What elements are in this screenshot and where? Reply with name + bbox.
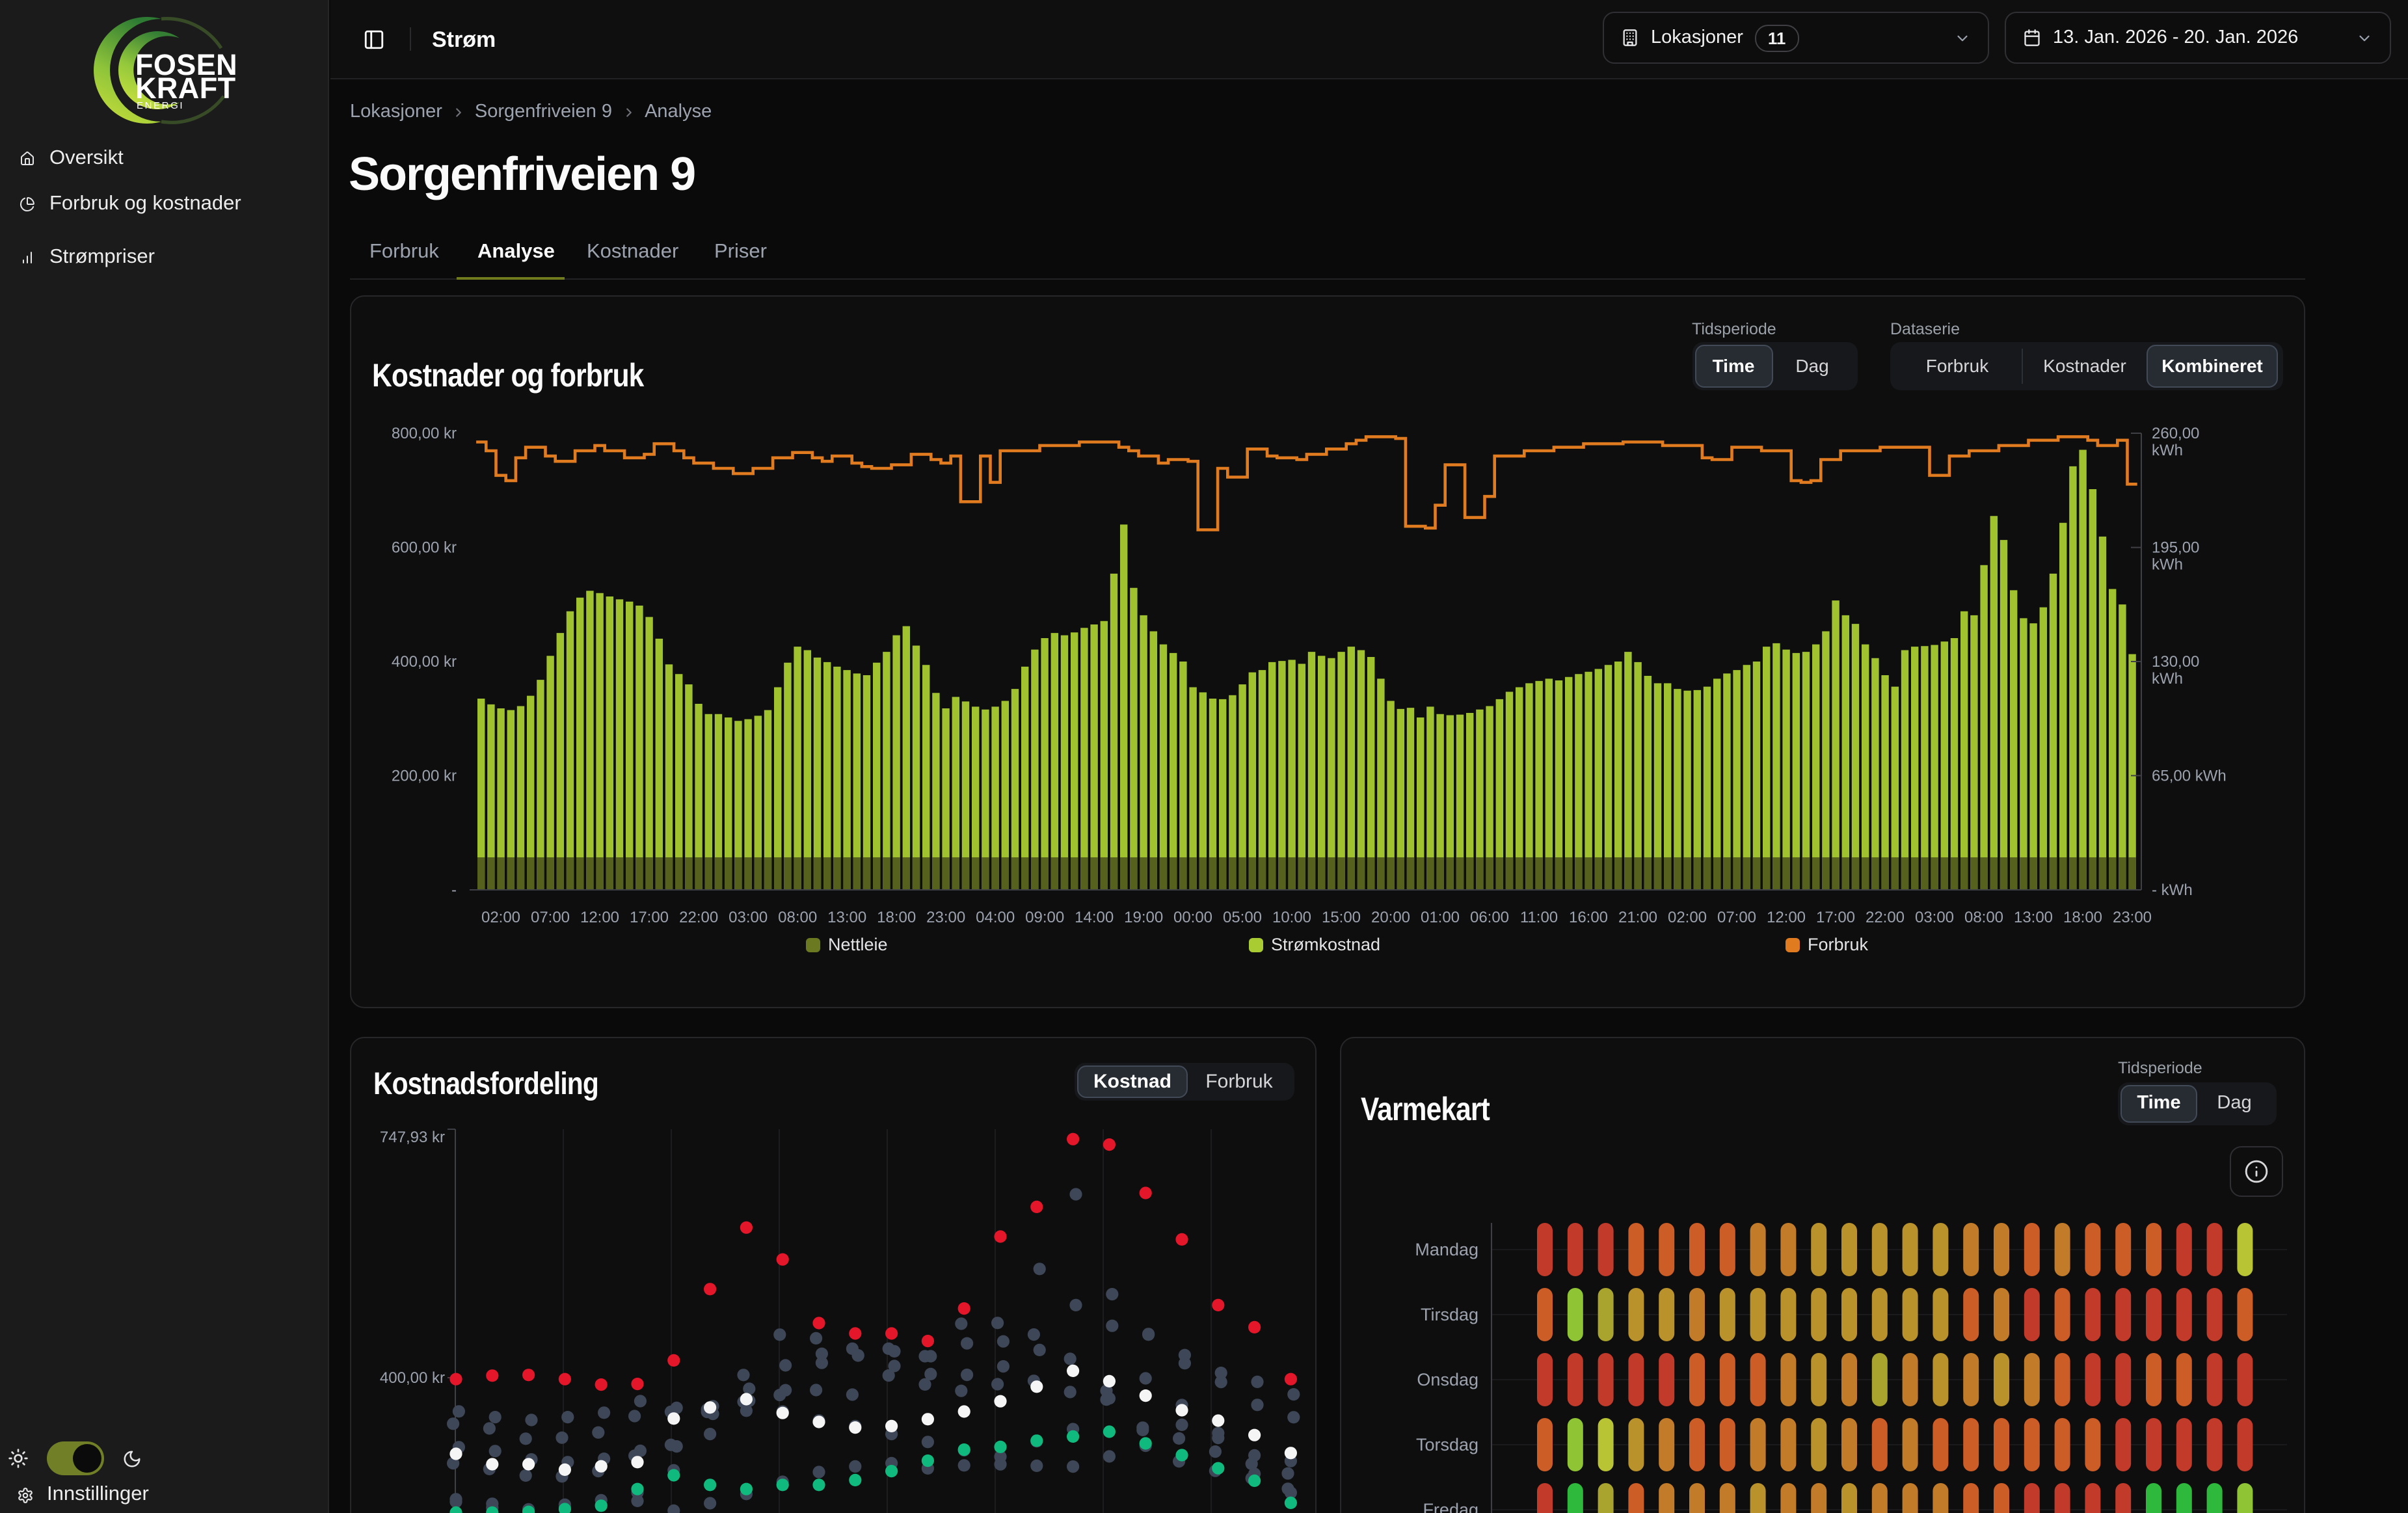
svg-text:06:00: 06:00 — [1470, 908, 1509, 926]
svg-text:kWh: kWh — [2152, 669, 2183, 687]
svg-text:12:00: 12:00 — [580, 908, 619, 926]
svg-text:Forbruk: Forbruk — [1808, 934, 1869, 954]
svg-text:01:00: 01:00 — [1421, 908, 1460, 926]
svg-text:20:00: 20:00 — [1371, 908, 1410, 926]
svg-text:00:00: 00:00 — [1173, 908, 1212, 926]
svg-text:14:00: 14:00 — [1075, 908, 1114, 926]
svg-text:ENERGI: ENERGI — [137, 100, 184, 111]
svg-text:07:00: 07:00 — [531, 908, 570, 926]
svg-text:195,00: 195,00 — [2152, 538, 2199, 556]
svg-text:-: - — [451, 881, 457, 898]
svg-text:kWh: kWh — [2152, 441, 2183, 459]
svg-text:Mandag: Mandag — [1414, 1240, 1478, 1259]
svg-text:08:00: 08:00 — [1964, 908, 2003, 926]
svg-text:130,00: 130,00 — [2152, 652, 2199, 670]
svg-text:02:00: 02:00 — [1668, 908, 1707, 926]
svg-text:04:00: 04:00 — [976, 908, 1015, 926]
svg-text:16:00: 16:00 — [1569, 908, 1608, 926]
svg-text:200,00 kr: 200,00 kr — [392, 766, 457, 784]
svg-text:400,00 kr: 400,00 kr — [392, 652, 457, 670]
svg-text:Strømkostnad: Strømkostnad — [1271, 934, 1380, 954]
svg-text:13:00: 13:00 — [827, 908, 866, 926]
svg-text:22:00: 22:00 — [1866, 908, 1905, 926]
svg-text:10:00: 10:00 — [1272, 908, 1311, 926]
svg-text:17:00: 17:00 — [630, 908, 669, 926]
svg-text:Onsdag: Onsdag — [1416, 1370, 1478, 1389]
svg-text:18:00: 18:00 — [2063, 908, 2102, 926]
svg-text:400,00 kr: 400,00 kr — [380, 1369, 445, 1387]
svg-text:12:00: 12:00 — [1767, 908, 1806, 926]
svg-text:07:00: 07:00 — [1717, 908, 1756, 926]
svg-text:Tirsdag: Tirsdag — [1420, 1305, 1478, 1324]
svg-text:21:00: 21:00 — [1618, 908, 1657, 926]
svg-text:600,00 kr: 600,00 kr — [392, 538, 457, 556]
svg-text:13:00: 13:00 — [2014, 908, 2053, 926]
svg-text:260,00: 260,00 — [2152, 424, 2199, 442]
svg-text:17:00: 17:00 — [1816, 908, 1855, 926]
svg-text:03:00: 03:00 — [729, 908, 768, 926]
svg-text:- kWh: - kWh — [2152, 881, 2193, 898]
svg-text:08:00: 08:00 — [778, 908, 817, 926]
svg-text:23:00: 23:00 — [926, 908, 965, 926]
svg-text:800,00 kr: 800,00 kr — [392, 424, 457, 442]
svg-text:15:00: 15:00 — [1322, 908, 1361, 926]
svg-text:02:00: 02:00 — [481, 908, 520, 926]
svg-text:747,93 kr: 747,93 kr — [380, 1129, 445, 1146]
svg-text:11:00: 11:00 — [1520, 908, 1558, 926]
svg-text:09:00: 09:00 — [1025, 908, 1064, 926]
svg-text:19:00: 19:00 — [1124, 908, 1163, 926]
svg-text:23:00: 23:00 — [2113, 908, 2152, 926]
svg-text:18:00: 18:00 — [877, 908, 916, 926]
svg-text:22:00: 22:00 — [679, 908, 718, 926]
svg-text:Fredag: Fredag — [1422, 1500, 1478, 1513]
svg-text:Nettleie: Nettleie — [828, 934, 888, 954]
svg-text:Torsdag: Torsdag — [1415, 1435, 1478, 1454]
svg-text:65,00 kWh: 65,00 kWh — [2152, 766, 2227, 784]
svg-text:05:00: 05:00 — [1223, 908, 1262, 926]
svg-text:03:00: 03:00 — [1915, 908, 1954, 926]
svg-text:kWh: kWh — [2152, 555, 2183, 572]
